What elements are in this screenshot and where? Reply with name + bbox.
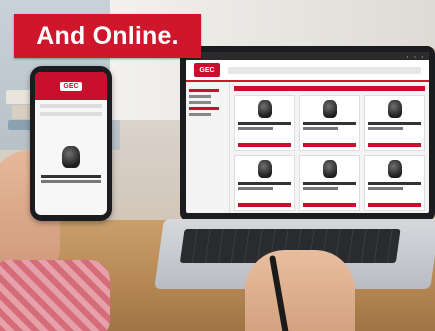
product-card [364,155,425,211]
sidebar-line [189,101,212,104]
product-card [234,155,295,211]
product-card [364,95,425,151]
site-search [228,66,421,74]
phone-product-text [41,180,101,183]
product-image [387,160,402,178]
product-text [368,122,421,125]
photo-frame: • • • GEC GEC And Online. [0,0,435,331]
product-text [238,187,274,190]
laptop-screen: • • • GEC [186,52,429,213]
product-button [238,203,291,207]
product-button [303,143,356,147]
product-grid [234,95,425,211]
topbar-link: • [414,53,416,59]
product-button [303,203,356,207]
product-text [303,187,339,190]
site-sidebar [186,82,230,213]
site-main [230,82,429,213]
product-text [303,122,356,125]
product-button [368,143,421,147]
product-button [238,143,291,147]
product-image [322,100,337,118]
product-card [299,95,360,151]
right-hand [245,250,355,331]
product-card [299,155,360,211]
product-text [238,127,274,130]
sidebar-line [189,107,219,110]
site-topbar: • • • [186,52,429,60]
site-logo: GEC [194,63,220,77]
product-image [257,160,272,178]
product-text [368,182,421,185]
product-card [234,95,295,151]
product-text [368,127,404,130]
product-image [322,160,337,178]
phone-site-logo: GEC [60,81,82,91]
laptop-bezel: • • • GEC [180,46,435,221]
product-text [238,122,291,125]
product-text [238,182,291,185]
sidebar-line [189,113,212,116]
product-button [368,203,421,207]
topbar-link: • [406,53,409,59]
banner: And Online. [14,14,201,58]
phone-row [40,112,102,116]
phone-screen: GEC [35,72,107,215]
phone: GEC [30,66,112,221]
phone-row [40,104,102,108]
sidebar-line [189,95,212,98]
topbar-link: • [421,53,423,59]
phone-product-image [62,146,80,168]
phone-site-header: GEC [35,72,107,100]
product-image [387,100,402,118]
site-header: GEC [186,60,429,82]
product-image [257,100,272,118]
results-bar [234,86,425,91]
banner-text: And Online. [36,21,179,50]
sleeve [0,260,110,331]
product-text [303,182,356,185]
product-text [303,127,339,130]
sidebar-line [189,89,219,92]
site-body [186,82,429,213]
phone-product-text [41,175,101,178]
product-text [368,187,404,190]
